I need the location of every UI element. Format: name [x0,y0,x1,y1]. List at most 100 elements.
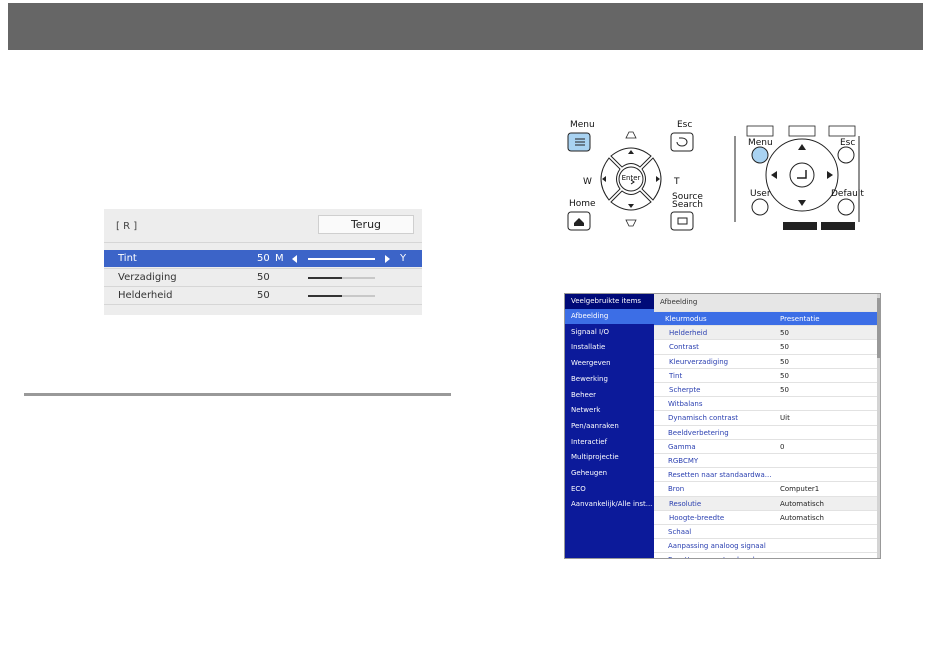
sidebar-item[interactable]: Geheugen [565,466,654,481]
menu-item[interactable]: Witbalans [654,396,880,410]
menu-button[interactable] [751,146,769,164]
menu-item[interactable]: Scherpte 50 [654,382,880,396]
menu-scrollbar[interactable] [877,294,880,558]
menu-item-label: Scherpte [669,386,701,394]
menu-item[interactable]: Resetten naar standaardwa... [654,552,880,558]
esc-button[interactable] [837,146,855,164]
menu-item-label: Resetten naar standaardwa... [668,553,771,558]
divider [104,242,422,243]
default-button-label: Default [831,189,864,199]
menu-item[interactable]: Aanpassing analoog signaal [654,538,880,552]
menu-item-label: Resolutie [669,499,702,508]
range-right-label: Y [400,253,407,264]
menu-item[interactable]: Kleurverzadiging 50 [654,353,880,368]
menu-item-label: Bron [668,485,685,494]
sidebar-item[interactable]: Installatie [565,340,654,355]
scrollbar-thumb[interactable] [877,298,880,358]
sidebar-item[interactable]: Afbeelding [565,309,654,324]
keystone-down-icon [625,219,637,227]
remote-control: Menu Esc User Default [733,118,864,236]
default-button[interactable] [837,198,855,216]
menu-item-value: Uit [780,414,790,423]
menu-item-label: Contrast [669,343,699,352]
menu-item-label: Resetten naar standaardwa... [668,471,772,480]
row-label: Helderheid [118,290,173,301]
menu-item-label: RGBCMY [668,457,699,465]
slider-fill [308,295,342,297]
menu-item[interactable]: Schaal [654,524,880,538]
sidebar-item[interactable]: ECO [565,482,654,497]
menu-item[interactable]: Gamma 0 [654,438,880,453]
sidebar-item[interactable]: Signaal I/O [565,325,654,340]
row-label: Tint [118,253,137,264]
menu-item-value: 50 [780,386,789,394]
arrow-right-icon [656,176,660,182]
sidebar-item[interactable]: Bewerking [565,372,654,387]
arrow-down-icon [798,200,806,206]
arrow-left-icon[interactable] [292,255,297,263]
sidebar-item[interactable]: Pen/aanraken [565,419,654,434]
sidebar-item[interactable]: Aanvankelijk/Alle inst... [565,497,654,512]
menu-item[interactable]: RGBCMY [654,453,880,467]
remote-key[interactable] [788,125,816,137]
menu-item[interactable]: Resetten naar standaardwa... [654,467,880,481]
menu-item-label: Gamma [668,442,696,451]
row-value: 50 [257,253,270,264]
menu-item-value: 50 [780,343,789,352]
color-adjust-panel: [ R ] Terug Tint 50 M Y Verzadiging 50 H… [104,209,422,315]
arrow-left-icon [771,171,777,179]
menu-item[interactable]: Contrast 50 [654,339,880,353]
menu-item[interactable]: Bron Computer1 [654,481,880,495]
enter-button[interactable] [789,162,815,188]
arrow-right-icon[interactable] [385,255,390,263]
menu-item-label: Hoogte-breedte [669,513,725,522]
menu-item[interactable]: Tint 50 [654,367,880,382]
menu-item[interactable]: Kleurmodus Presentatie [654,311,880,325]
sidebar-item[interactable]: Multiprojectie [565,450,654,465]
arrow-right-icon [827,171,833,179]
slider-track[interactable] [308,295,375,297]
sidebar-item[interactable]: Interactief [565,435,654,450]
menu-item[interactable]: Beeldverbetering [654,424,880,439]
esc-button-label: Esc [840,138,856,148]
menu-item-label: Schaal [668,528,692,536]
user-button[interactable] [751,198,769,216]
menu-sidebar: Veelgebruikte items Afbeelding Signaal I/O… [565,294,654,558]
esc-button[interactable] [670,132,694,152]
adjust-row-saturation[interactable]: Verzadiging 50 [104,269,422,286]
enter-label: Enter [622,174,641,182]
arrow-up-icon [628,150,634,154]
menu-item-label: Tint [669,371,683,380]
adjust-row-brightness[interactable]: Helderheid 50 [104,287,422,304]
row-value: 50 [257,272,270,283]
source-search-button[interactable] [670,211,694,231]
control-panel-drawing: Enter [567,131,694,231]
divider [104,304,422,305]
sidebar-item[interactable]: Veelgebruikte items [565,294,654,309]
menu-item-label: Witbalans [668,400,703,409]
menu-item-label: Helderheid [669,329,708,338]
sidebar-item[interactable]: Netwerk [565,403,654,418]
menu-main: Afbeelding Kleurmodus Presentatie Helderhe… [654,294,880,558]
back-button[interactable]: Terug [318,215,414,234]
arrow-up-icon [798,144,806,150]
sidebar-item[interactable]: Beheer [565,388,654,403]
menu-item-label: Kleurverzadiging [669,357,729,366]
sidebar-item[interactable]: Weergeven [565,356,654,371]
projector-control-panel: Menu Esc Home Source Search W T Enter [560,118,720,236]
menu-item[interactable]: Helderheid 50 [654,325,880,340]
menu-item-value: Automatisch [780,499,824,508]
remote-key[interactable] [746,125,774,137]
slider-track[interactable] [308,258,375,260]
menu-item[interactable]: Hoogte-breedte Automatisch [654,509,880,524]
slider-track[interactable] [308,277,375,279]
remote-key[interactable] [821,222,855,230]
menu-item[interactable]: Dynamisch contrast Uit [654,410,880,424]
adjust-row-tint[interactable]: Tint 50 M Y [104,250,422,267]
section-divider [24,393,451,396]
remote-key[interactable] [828,125,856,137]
range-left-label: M [275,253,284,264]
menu-item[interactable]: Resolutie Automatisch [654,495,880,510]
remote-key[interactable] [783,222,817,230]
region-label: [ R ] [116,221,138,232]
